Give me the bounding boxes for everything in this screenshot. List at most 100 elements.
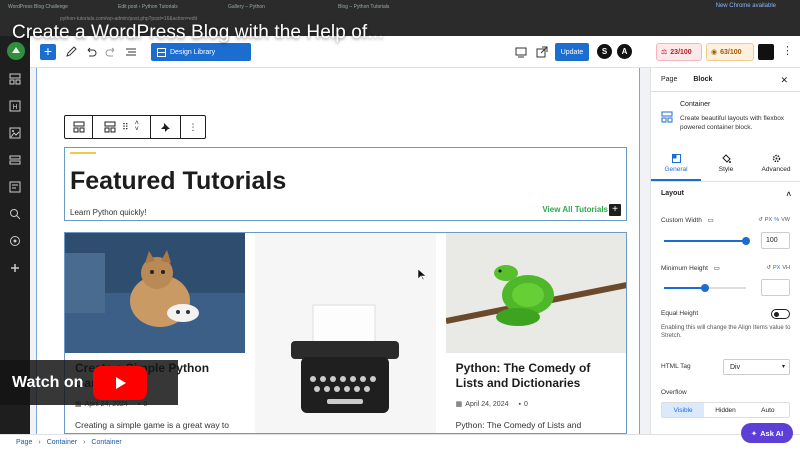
redo-icon[interactable] <box>104 45 118 59</box>
image-icon[interactable] <box>8 126 22 140</box>
equal-height-toggle[interactable] <box>771 309 790 319</box>
block-move-controls[interactable]: ⠿ ˄ ˅ <box>93 116 151 138</box>
custom-width-slider[interactable] <box>664 237 750 245</box>
unit-percent[interactable]: % <box>774 217 779 223</box>
style-icon[interactable] <box>8 207 22 221</box>
plugin-s-icon[interactable]: S <box>597 44 612 59</box>
desktop-icon[interactable]: ▭ <box>714 265 720 272</box>
custom-width-input[interactable]: 100 <box>761 232 790 249</box>
tab-block[interactable]: Block <box>693 76 712 83</box>
add-icon[interactable] <box>8 261 22 275</box>
settings-tabs: General Style Advanced <box>651 148 800 182</box>
tab-general-label: General <box>664 166 688 173</box>
post-title[interactable]: Python: The Comedy of Lists and Dictiona… <box>456 361 621 391</box>
youtube-logo-icon <box>93 365 148 400</box>
ask-ai-button[interactable]: ✦ Ask AI <box>741 423 793 443</box>
desktop-icon[interactable]: ▭ <box>708 217 714 224</box>
readability-score-badge[interactable]: ◉ 63/100 <box>706 43 754 61</box>
min-height-input[interactable] <box>761 279 790 296</box>
video-title[interactable]: Create a WordPress Blog with the Help of… <box>12 22 383 44</box>
block-type-icon[interactable] <box>65 116 93 138</box>
form-icon[interactable] <box>8 180 22 194</box>
post-image-cat[interactable] <box>65 233 246 353</box>
unit-px[interactable]: PX <box>765 217 772 223</box>
browser-tab[interactable]: WordPress Blog Challenge <box>0 0 110 14</box>
parent-block-icon[interactable] <box>104 121 116 133</box>
move-up-down-icon[interactable]: ˄ ˅ <box>135 120 139 133</box>
toggle-knob <box>774 312 779 317</box>
tab-general[interactable]: General <box>651 148 701 181</box>
view-all-link[interactable]: View All Tutorials <box>542 205 608 214</box>
design-library-label: Design Library <box>170 48 216 56</box>
chevron-right-icon: › <box>83 439 86 446</box>
overflow-label: Overflow <box>661 389 687 396</box>
watch-on-label: Watch on <box>12 373 84 391</box>
post-card[interactable]: Python: The Comedy of Lists and Dictiona… <box>445 233 626 433</box>
unit-px[interactable]: PX <box>773 265 780 271</box>
new-chrome-notice[interactable]: New Chrome available <box>716 3 776 9</box>
tab-advanced[interactable]: Advanced <box>751 148 800 181</box>
drag-handle-icon[interactable]: ⠿ <box>122 122 129 133</box>
overflow-hidden[interactable]: Hidden <box>704 403 746 417</box>
html-tag-select[interactable]: Div ▾ <box>723 359 790 375</box>
pencil-icon[interactable] <box>64 45 78 59</box>
breadcrumb-container[interactable]: Container <box>47 439 77 446</box>
pin-icon[interactable] <box>151 116 181 138</box>
breadcrumb-container-current[interactable]: Container <box>91 439 121 446</box>
settings-sidebar-toggle-icon[interactable] <box>758 44 774 60</box>
html-tag-label: HTML Tag <box>661 363 691 370</box>
post-image-typewriter[interactable] <box>255 233 436 433</box>
featured-header-container[interactable]: Featured Tutorials Learn Python quickly!… <box>64 147 627 221</box>
channel-logo-icon[interactable] <box>7 42 25 60</box>
seo-score-icon: ⚖ <box>661 49 668 56</box>
global-settings-icon[interactable] <box>8 234 22 248</box>
browser-tab[interactable]: Blog – Python Tutorials <box>330 0 440 14</box>
layout-section-header[interactable]: Layout ˄ <box>661 190 791 199</box>
reset-icon[interactable]: ↺ <box>758 217 763 223</box>
tab-style[interactable]: Style <box>701 148 751 181</box>
block-description: Create beautiful layouts with flexbox po… <box>680 115 785 131</box>
design-library-button[interactable]: Design Library <box>151 43 251 61</box>
featured-heading[interactable]: Featured Tutorials <box>70 167 286 196</box>
add-block-inline-icon[interactable]: + <box>609 204 621 216</box>
panel-tabs: Page Block <box>651 68 800 92</box>
overflow-auto[interactable]: Auto <box>747 403 789 417</box>
post-excerpt: Python: The Comedy of Lists and Dictiona… <box>455 420 595 433</box>
list-view-icon[interactable] <box>124 45 138 59</box>
gear-icon <box>772 154 780 163</box>
slider-handle[interactable] <box>701 284 709 292</box>
add-block-button[interactable]: + <box>40 44 56 60</box>
layout-section-title: Layout <box>661 190 684 197</box>
block-options-icon[interactable]: ⋮ <box>181 116 205 138</box>
browser-tab[interactable]: Gallery – Python <box>220 0 330 14</box>
external-link-icon[interactable] <box>535 45 549 59</box>
heading-icon[interactable]: H <box>8 99 22 113</box>
tab-page[interactable]: Page <box>661 76 677 83</box>
block-toolbar: ⠿ ˄ ˅ ⋮ <box>64 115 206 139</box>
plugin-a-icon[interactable]: A <box>617 44 632 59</box>
min-height-slider[interactable] <box>664 284 746 292</box>
breadcrumb-page[interactable]: Page <box>16 439 32 446</box>
seo-score-badge[interactable]: ⚖ 23/100 <box>656 43 702 61</box>
min-height-units: ↺ PX VH <box>766 265 790 271</box>
watch-on-youtube-button[interactable]: Watch on <box>0 360 178 405</box>
unit-vh[interactable]: VH <box>782 265 790 271</box>
layout-icon[interactable] <box>8 72 22 86</box>
overflow-visible[interactable]: Visible <box>662 403 705 417</box>
mouse-cursor-icon <box>418 269 426 281</box>
tab-style-label: Style <box>718 166 734 173</box>
reset-icon[interactable]: ↺ <box>766 265 771 271</box>
slider-handle[interactable] <box>742 237 750 245</box>
post-card[interactable] <box>255 233 436 433</box>
browser-tab[interactable]: Edit post ‹ Python Tutorials <box>110 0 220 14</box>
undo-icon[interactable] <box>84 45 98 59</box>
slider-fill <box>664 287 705 289</box>
columns-icon[interactable] <box>8 153 22 167</box>
close-icon[interactable]: ✕ <box>780 75 788 86</box>
featured-subheading[interactable]: Learn Python quickly! <box>70 208 147 217</box>
update-button[interactable]: Update <box>555 43 589 61</box>
unit-vw[interactable]: VW <box>781 217 790 223</box>
more-options-icon[interactable]: ⋮ <box>782 44 793 57</box>
post-image-snake[interactable] <box>445 233 626 353</box>
preview-device-icon[interactable] <box>514 45 528 59</box>
